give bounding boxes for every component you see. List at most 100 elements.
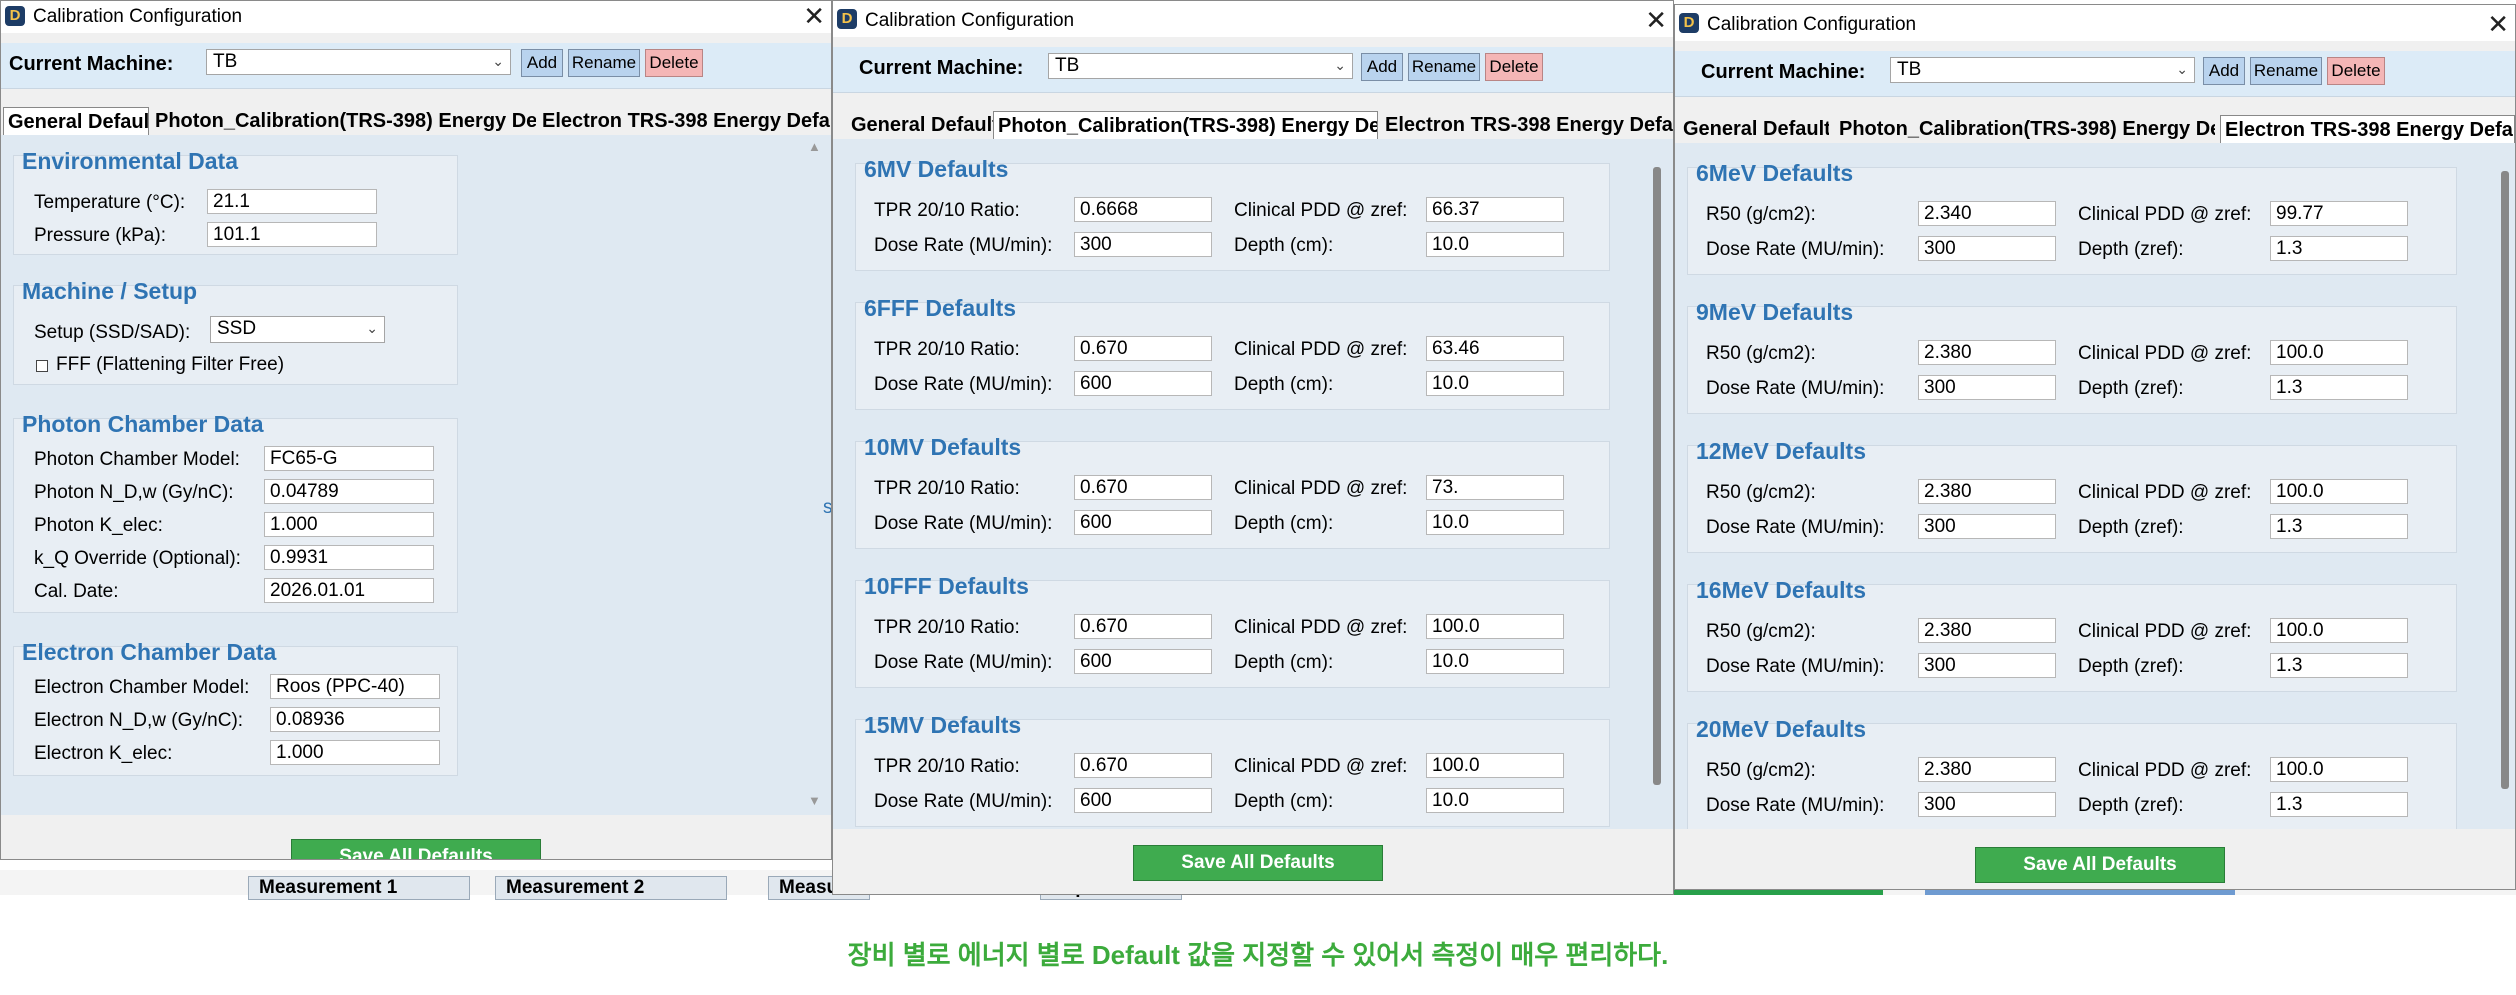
pdd-input[interactable]: 66.37 [1426, 197, 1564, 222]
dose-rate-input[interactable]: 300 [1918, 375, 2056, 400]
photon-ndw-input[interactable]: 0.04789 [264, 479, 434, 504]
background-tab-measurement-1[interactable]: Measurement 1 [248, 876, 470, 900]
fff-label: FFF (Flattening Filter Free) [56, 354, 285, 375]
depth-label: Depth (cm): [1234, 374, 1334, 395]
cal-date-input[interactable]: 2026.01.01 [264, 578, 434, 603]
tpr-input[interactable]: 0.6668 [1074, 197, 1212, 222]
pdd-label: Clinical PDD @ zref: [2078, 760, 2252, 781]
electron-panel: 6MeV Defaults R50 (g/cm2): 2.340 Clinica… [1675, 143, 2515, 829]
depth-input[interactable]: 1.3 [2270, 375, 2408, 400]
dose-rate-input[interactable]: 600 [1074, 510, 1212, 535]
dose-rate-input[interactable]: 300 [1918, 792, 2056, 817]
r50-input[interactable]: 2.340 [1918, 201, 2056, 226]
rename-button[interactable]: Rename [568, 49, 640, 77]
save-all-defaults-button[interactable]: Save All Defaults [291, 839, 541, 859]
pdd-input[interactable]: 73. [1426, 475, 1564, 500]
setup-select[interactable]: SSD ⌄ [210, 316, 385, 343]
pdd-input[interactable]: 99.77 [2270, 201, 2408, 226]
scroll-up-icon[interactable]: ▲ [808, 139, 821, 154]
tab-electron-defaults[interactable]: Electron TRS-398 Energy Defaults [1381, 111, 1673, 139]
r50-input[interactable]: 2.380 [1918, 479, 2056, 504]
tpr-input[interactable]: 0.670 [1074, 753, 1212, 778]
dose-rate-input[interactable]: 300 [1918, 514, 2056, 539]
r50-input[interactable]: 2.380 [1918, 757, 2056, 782]
tpr-input[interactable]: 0.670 [1074, 336, 1212, 361]
kq-override-input[interactable]: 0.9931 [264, 545, 434, 570]
window-title: Calibration Configuration [1707, 14, 1917, 35]
fff-checkbox[interactable] [36, 360, 48, 372]
dose-rate-input[interactable]: 600 [1074, 371, 1212, 396]
depth-input[interactable]: 10.0 [1426, 371, 1564, 396]
pdd-input[interactable]: 100.0 [2270, 479, 2408, 504]
depth-input[interactable]: 1.3 [2270, 514, 2408, 539]
tpr-input[interactable]: 0.670 [1074, 475, 1212, 500]
chevron-down-icon: ⌄ [492, 53, 504, 69]
depth-input[interactable]: 10.0 [1426, 510, 1564, 535]
r50-input[interactable]: 2.380 [1918, 618, 2056, 643]
delete-button[interactable]: Delete [645, 49, 703, 77]
save-all-defaults-button[interactable]: Save All Defaults [1975, 847, 2225, 883]
machine-select[interactable]: TB ⌄ [1890, 57, 2195, 83]
rename-button[interactable]: Rename [1408, 53, 1480, 81]
machine-select[interactable]: TB ⌄ [206, 49, 511, 75]
electron-kelec-input[interactable]: 1.000 [270, 740, 440, 765]
current-machine-label: Current Machine: [9, 53, 174, 75]
close-icon[interactable]: ✕ [803, 1, 825, 31]
dose-rate-input[interactable]: 300 [1918, 653, 2056, 678]
pdd-input[interactable]: 100.0 [2270, 618, 2408, 643]
general-panel: ▲ ▼ s Environmental Data Temperature (°C… [1, 135, 831, 815]
depth-input[interactable]: 1.3 [2270, 236, 2408, 261]
depth-input[interactable]: 10.0 [1426, 649, 1564, 674]
dose-rate-input[interactable]: 300 [1918, 236, 2056, 261]
close-icon[interactable]: ✕ [1645, 5, 1667, 35]
save-all-defaults-button[interactable]: Save All Defaults [1133, 845, 1383, 881]
tab-general-defaults[interactable]: General Defaults [847, 111, 993, 139]
depth-label: Depth (zref): [2078, 378, 2184, 399]
photon-kelec-input[interactable]: 1.000 [264, 512, 434, 537]
pressure-input[interactable]: 101.1 [207, 222, 377, 247]
delete-button[interactable]: Delete [1485, 53, 1543, 81]
group-title: 9MeV Defaults [1696, 299, 1854, 325]
electron-ndw-input[interactable]: 0.08936 [270, 707, 440, 732]
pdd-input[interactable]: 100.0 [2270, 757, 2408, 782]
tpr-input[interactable]: 0.670 [1074, 614, 1212, 639]
vertical-scrollbar[interactable] [1653, 167, 1661, 785]
depth-label: Depth (cm): [1234, 235, 1334, 256]
tab-strip: General Defaults Photon_Calibration(TRS-… [833, 111, 1673, 139]
dose-rate-input[interactable]: 600 [1074, 788, 1212, 813]
dose-rate-label: Dose Rate (MU/min): [1706, 378, 1885, 399]
tab-photon-defaults[interactable]: Photon_Calibration(TRS-398) Energy Defau… [151, 107, 536, 135]
tab-general-defaults[interactable]: General Defaults [1679, 115, 1829, 143]
pdd-input[interactable]: 100.0 [2270, 340, 2408, 365]
tab-electron-defaults[interactable]: Electron TRS-398 Energy Defaults [538, 107, 831, 135]
electron-chamber-model-input[interactable]: Roos (PPC-40) [270, 674, 440, 699]
depth-input[interactable]: 10.0 [1426, 788, 1564, 813]
tpr-label: TPR 20/10 Ratio: [874, 478, 1020, 499]
tab-photon-defaults[interactable]: Photon_Calibration(TRS-398) Energy Defau… [1835, 115, 2215, 143]
add-button[interactable]: Add [1361, 53, 1403, 81]
tab-electron-defaults[interactable]: Electron TRS-398 Energy Defaults [2220, 115, 2515, 143]
rename-button[interactable]: Rename [2250, 57, 2322, 85]
pdd-input[interactable]: 100.0 [1426, 614, 1564, 639]
pdd-input[interactable]: 100.0 [1426, 753, 1564, 778]
tab-photon-defaults[interactable]: Photon_Calibration(TRS-398) Energy Defau… [993, 111, 1378, 139]
r50-input[interactable]: 2.380 [1918, 340, 2056, 365]
depth-label: Depth (cm): [1234, 513, 1334, 534]
machine-select[interactable]: TB ⌄ [1048, 53, 1353, 79]
vertical-scrollbar[interactable] [2501, 171, 2509, 789]
scroll-down-icon[interactable]: ▼ [808, 793, 821, 808]
pdd-input[interactable]: 63.46 [1426, 336, 1564, 361]
depth-input[interactable]: 1.3 [2270, 653, 2408, 678]
close-icon[interactable]: ✕ [2487, 9, 2509, 39]
depth-input[interactable]: 1.3 [2270, 792, 2408, 817]
add-button[interactable]: Add [2203, 57, 2245, 85]
add-button[interactable]: Add [521, 49, 563, 77]
photon-chamber-model-input[interactable]: FC65-G [264, 446, 434, 471]
tab-general-defaults[interactable]: General Defaults [3, 107, 149, 135]
depth-input[interactable]: 10.0 [1426, 232, 1564, 257]
dose-rate-input[interactable]: 600 [1074, 649, 1212, 674]
temperature-input[interactable]: 21.1 [207, 189, 377, 214]
dose-rate-input[interactable]: 300 [1074, 232, 1212, 257]
delete-button[interactable]: Delete [2327, 57, 2385, 85]
background-tab-measurement-2[interactable]: Measurement 2 [495, 876, 727, 900]
